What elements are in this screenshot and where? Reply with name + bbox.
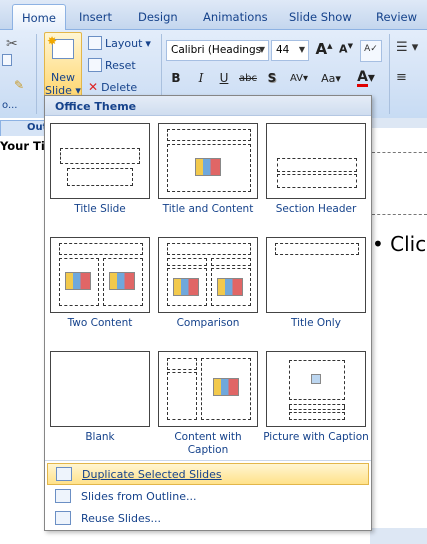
format-painter-icon[interactable]: ✎	[14, 78, 24, 92]
menu-item-label: Duplicate Selected Slides	[82, 467, 222, 481]
tab-slide-show[interactable]: Slide Show	[289, 10, 352, 24]
layout-two-content[interactable]: Two Content	[46, 237, 154, 330]
chevron-down-icon: ▼	[258, 45, 265, 54]
bold-button[interactable]: B	[166, 68, 186, 88]
underline-button[interactable]: U	[214, 68, 234, 88]
menu-item-slides-from-outline[interactable]: Slides from Outline...	[47, 485, 369, 507]
content-icons	[65, 272, 91, 290]
content-placeholder-text[interactable]: • Click	[372, 232, 427, 256]
strikethrough-button[interactable]: abc	[238, 68, 258, 88]
layout-thumbnail	[158, 351, 258, 427]
bullets-icon[interactable]: ☰ ▾	[396, 40, 418, 55]
reset-label: Reset	[105, 58, 136, 72]
new-slide-label: New	[51, 71, 75, 84]
shrink-font-button[interactable]: A▼	[336, 42, 356, 62]
layout-label: Title and Content	[162, 203, 254, 215]
group-divider	[389, 34, 390, 114]
layout-thumbnail	[158, 123, 258, 199]
content-icons	[109, 272, 135, 290]
tab-design[interactable]: Design	[138, 10, 178, 24]
layout-label: Title Only	[291, 317, 341, 329]
layout-label: Comparison	[176, 317, 240, 329]
italic-button[interactable]: I	[191, 68, 211, 88]
new-slide-dropdown: Office Theme Title Slide Title and Conte…	[44, 95, 372, 531]
grow-font-button[interactable]: A▲	[314, 40, 334, 60]
layout-button[interactable]: Layout ▾	[88, 36, 151, 50]
clear-formatting-icon[interactable]: A✓	[360, 40, 382, 62]
delete-icon: ✕	[88, 80, 99, 94]
layout-thumbnail	[50, 123, 150, 199]
tab-home[interactable]: Home	[12, 4, 66, 31]
align-left-icon[interactable]: ≡	[396, 70, 407, 85]
reuse-slides-icon	[55, 511, 71, 525]
menu-separator	[45, 460, 371, 461]
layout-icon	[88, 36, 102, 50]
change-case-button[interactable]: Aa ▾	[316, 68, 346, 88]
layout-picture-with-caption[interactable]: Picture with Caption	[262, 351, 370, 444]
outline-icon	[55, 489, 71, 503]
reset-button[interactable]: Reset	[88, 58, 136, 72]
ribbon-tab-bar: Home Insert Design Animations Slide Show…	[0, 0, 427, 31]
picture-icon	[311, 374, 321, 384]
layout-title-slide[interactable]: Title Slide	[46, 123, 154, 216]
layout-label: Two Content	[67, 317, 133, 329]
content-icons	[213, 378, 239, 396]
layout-title-and-content[interactable]: Title and Content	[154, 123, 262, 216]
layout-comparison[interactable]: Comparison	[154, 237, 262, 330]
layout-label: Content with Caption	[174, 431, 242, 456]
layout-blank[interactable]: Blank	[46, 351, 154, 444]
copy-icon[interactable]	[2, 54, 12, 66]
menu-item-reuse-slides[interactable]: Reuse Slides...	[47, 507, 369, 529]
layout-thumbnail	[50, 237, 150, 313]
layout-thumbnail	[50, 351, 150, 427]
tab-animations[interactable]: Animations	[203, 10, 268, 24]
font-name-value: Calibri (Headings	[171, 44, 262, 56]
clipboard-group-label: o...	[2, 100, 18, 111]
layout-label: Section Header	[275, 203, 357, 215]
chevron-down-icon: ▼	[298, 45, 305, 54]
font-size-value: 44	[276, 44, 290, 56]
new-slide-icon: ✸	[47, 34, 74, 59]
layout-thumbnail	[158, 237, 258, 313]
layout-section-header[interactable]: Section Header	[262, 123, 370, 216]
menu-item-label: Reuse Slides...	[81, 511, 161, 525]
delete-label: Delete	[101, 80, 138, 94]
cut-icon[interactable]: ✂	[6, 36, 18, 52]
layout-thumbnail	[266, 237, 366, 313]
slide-canvas[interactable]	[372, 128, 427, 528]
layout-content-with-caption[interactable]: Content with Caption	[154, 351, 262, 457]
outline-title-text: Your Tit	[0, 139, 51, 153]
layout-label: Layout	[105, 36, 143, 50]
content-icons	[217, 278, 243, 296]
new-slide-button[interactable]: ✸ New Slide ▾	[44, 32, 82, 98]
character-spacing-button[interactable]: AV ▾	[285, 68, 313, 88]
layout-label: Blank	[85, 431, 115, 443]
content-icons	[173, 278, 199, 296]
font-size-select[interactable]: 44 ▼	[271, 40, 309, 61]
font-name-select[interactable]: Calibri (Headings ▼	[166, 40, 269, 61]
tab-insert[interactable]: Insert	[79, 10, 112, 24]
menu-item-duplicate-slides[interactable]: Duplicate Selected Slides	[47, 463, 369, 485]
menu-header: Office Theme	[45, 96, 371, 116]
reset-icon	[88, 58, 102, 72]
layout-title-only[interactable]: Title Only	[262, 237, 370, 330]
layout-thumbnail	[266, 123, 366, 199]
delete-button[interactable]: ✕ Delete	[88, 80, 137, 94]
content-icons	[195, 158, 221, 176]
layout-thumbnail	[266, 351, 366, 427]
placeholder-border	[372, 214, 427, 215]
group-divider	[36, 34, 37, 114]
layout-label: Title Slide	[74, 203, 126, 215]
placeholder-border	[372, 152, 427, 153]
slides-outline-pane	[0, 118, 47, 544]
duplicate-slides-icon	[56, 467, 72, 481]
tab-review[interactable]: Review	[376, 10, 417, 24]
shadow-button[interactable]: S	[262, 68, 282, 88]
layout-label: Picture with Caption	[263, 431, 369, 443]
menu-item-label: Slides from Outline...	[81, 489, 197, 503]
font-color-button[interactable]: A ▾	[352, 68, 380, 88]
